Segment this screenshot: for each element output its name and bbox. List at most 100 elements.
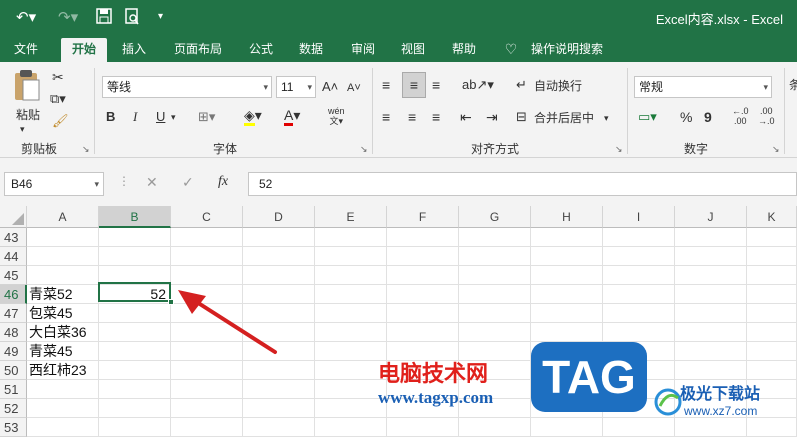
cell-g[interactable] bbox=[459, 228, 531, 247]
cell-h[interactable] bbox=[531, 266, 603, 285]
tab-insert[interactable]: 插入 bbox=[114, 38, 154, 62]
decrease-indent-icon[interactable]: ⇤ bbox=[460, 108, 472, 126]
cell-h[interactable] bbox=[531, 285, 603, 304]
tab-home[interactable]: 开始 bbox=[61, 38, 107, 62]
cell-h[interactable] bbox=[531, 304, 603, 323]
row-header[interactable]: 43 bbox=[0, 228, 27, 247]
cell-e[interactable] bbox=[315, 399, 387, 418]
cell-i[interactable] bbox=[603, 228, 675, 247]
bold-button[interactable]: B bbox=[106, 108, 115, 126]
cell-b[interactable] bbox=[99, 247, 171, 266]
cell-a[interactable]: 大白菜36 bbox=[27, 323, 99, 342]
row-header[interactable]: 49 bbox=[0, 342, 27, 361]
enter-icon[interactable]: ✓ bbox=[182, 174, 194, 191]
row-header[interactable]: 52 bbox=[0, 399, 27, 418]
column-header-j[interactable]: J bbox=[675, 206, 747, 228]
cell-g[interactable] bbox=[459, 285, 531, 304]
cell-e[interactable] bbox=[315, 380, 387, 399]
print-preview-icon[interactable] bbox=[124, 8, 140, 29]
cell-b[interactable] bbox=[99, 228, 171, 247]
tab-formulas[interactable]: 公式 bbox=[241, 38, 281, 62]
cell-d[interactable] bbox=[243, 380, 315, 399]
orientation-icon[interactable]: ab↗▾ bbox=[462, 76, 494, 94]
row-header[interactable]: 47 bbox=[0, 304, 27, 323]
font-size-select[interactable]: 11 ▾ bbox=[276, 76, 316, 98]
row-header[interactable]: 46 bbox=[0, 285, 27, 304]
cell-k[interactable] bbox=[747, 285, 797, 304]
column-header-d[interactable]: D bbox=[243, 206, 315, 228]
cell-c[interactable] bbox=[171, 399, 243, 418]
cell-h[interactable] bbox=[531, 418, 603, 437]
cell-j[interactable] bbox=[675, 304, 747, 323]
cell-j[interactable] bbox=[675, 342, 747, 361]
cell-a[interactable] bbox=[27, 380, 99, 399]
cell-b[interactable] bbox=[99, 304, 171, 323]
row-header[interactable]: 48 bbox=[0, 323, 27, 342]
cell-j[interactable] bbox=[675, 285, 747, 304]
cell-a[interactable] bbox=[27, 399, 99, 418]
select-all-corner[interactable] bbox=[0, 206, 27, 228]
column-header-a[interactable]: A bbox=[27, 206, 99, 228]
tab-file[interactable]: 文件 bbox=[6, 38, 46, 62]
merge-dropdown-icon[interactable]: ▾ bbox=[604, 109, 609, 127]
grow-font-icon[interactable]: A˄ bbox=[322, 78, 338, 96]
italic-button[interactable]: I bbox=[133, 108, 137, 126]
name-box[interactable]: B46 ▾ bbox=[4, 172, 104, 196]
save-icon[interactable] bbox=[96, 8, 112, 28]
tab-view[interactable]: 视图 bbox=[393, 38, 433, 62]
cell-b[interactable] bbox=[99, 380, 171, 399]
alignment-launcher-icon[interactable]: ↘ bbox=[615, 144, 623, 155]
cell-k[interactable] bbox=[747, 323, 797, 342]
cell-a[interactable]: 包菜45 bbox=[27, 304, 99, 323]
row-header[interactable]: 51 bbox=[0, 380, 27, 399]
increase-indent-icon[interactable]: ⇥ bbox=[486, 108, 498, 126]
cell-e[interactable] bbox=[315, 342, 387, 361]
cell-e[interactable] bbox=[315, 418, 387, 437]
cell-e[interactable] bbox=[315, 323, 387, 342]
column-header-i[interactable]: I bbox=[603, 206, 675, 228]
cell-i[interactable] bbox=[603, 266, 675, 285]
conditional-formatting-partial[interactable]: 条 bbox=[789, 76, 797, 94]
redo-icon[interactable]: ↷▾ bbox=[58, 8, 78, 26]
cell-d[interactable] bbox=[243, 228, 315, 247]
insert-function-icon[interactable]: fx bbox=[218, 174, 228, 190]
cell-c[interactable] bbox=[171, 247, 243, 266]
cell-b[interactable] bbox=[99, 418, 171, 437]
cut-icon[interactable]: ✂ bbox=[52, 68, 64, 86]
tell-me-search[interactable]: 操作说明搜索 bbox=[527, 38, 607, 62]
customize-qat-icon[interactable]: ▾ bbox=[158, 11, 163, 22]
cancel-icon[interactable]: ✕ bbox=[146, 174, 158, 191]
align-center-icon[interactable]: ≡ bbox=[408, 108, 416, 126]
cell-f[interactable] bbox=[387, 418, 459, 437]
cell-e[interactable] bbox=[315, 361, 387, 380]
column-header-k[interactable]: K bbox=[747, 206, 797, 228]
borders-icon[interactable]: ⊞▾ bbox=[198, 108, 215, 126]
cell-f[interactable] bbox=[387, 247, 459, 266]
tab-review[interactable]: 审阅 bbox=[343, 38, 383, 62]
column-header-e[interactable]: E bbox=[315, 206, 387, 228]
align-middle-icon[interactable]: ≡ bbox=[402, 72, 426, 98]
number-format-select[interactable]: 常规 ▾ bbox=[634, 76, 772, 98]
paste-dropdown-icon[interactable]: ▾ bbox=[20, 120, 25, 138]
cell-d[interactable] bbox=[243, 418, 315, 437]
tab-help[interactable]: 帮助 bbox=[444, 38, 484, 62]
cell-b[interactable] bbox=[99, 323, 171, 342]
comma-style-button[interactable]: 9 bbox=[704, 108, 712, 126]
cell-g[interactable] bbox=[459, 266, 531, 285]
cell-b[interactable] bbox=[99, 342, 171, 361]
cell-a[interactable] bbox=[27, 247, 99, 266]
merge-center-button[interactable]: 合并后居中 bbox=[534, 109, 594, 127]
cell-a[interactable] bbox=[27, 266, 99, 285]
cell-a[interactable]: 青菜45 bbox=[27, 342, 99, 361]
cell-k[interactable] bbox=[747, 342, 797, 361]
cell-j[interactable] bbox=[675, 228, 747, 247]
merge-center-icon[interactable]: ⊟ bbox=[516, 108, 527, 126]
number-launcher-icon[interactable]: ↘ bbox=[772, 144, 780, 155]
cell-h[interactable] bbox=[531, 247, 603, 266]
formula-input[interactable]: 52 bbox=[248, 172, 797, 196]
cell-c[interactable] bbox=[171, 228, 243, 247]
wrap-text-icon[interactable]: ↵ bbox=[516, 76, 527, 94]
cell-i[interactable] bbox=[603, 247, 675, 266]
cell-e[interactable] bbox=[315, 304, 387, 323]
cell-i[interactable] bbox=[603, 285, 675, 304]
